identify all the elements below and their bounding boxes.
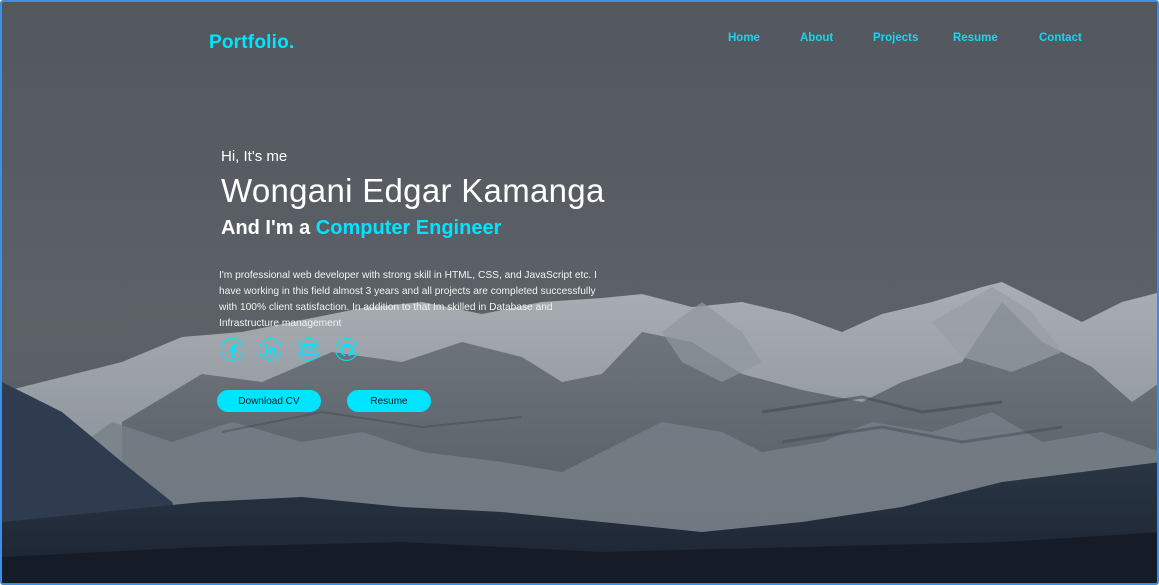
email-icon[interactable]	[297, 338, 320, 361]
linkedin-icon[interactable]	[259, 338, 282, 361]
nav-link-home[interactable]: Home	[728, 32, 760, 44]
hero-name: Wongani Edgar Kamanga	[221, 172, 605, 209]
resume-button[interactable]: Resume	[347, 390, 431, 412]
page-frame: Portfolio. Home About Projects Resume Co…	[0, 0, 1159, 585]
facebook-icon[interactable]	[221, 338, 244, 361]
hero-role: Computer Engineer	[315, 217, 502, 239]
github-icon[interactable]	[335, 338, 358, 361]
nav-link-resume[interactable]: Resume	[953, 32, 998, 44]
hero-description: I'm professional web developer with stro…	[219, 270, 597, 330]
nav-link-about[interactable]: About	[800, 32, 833, 44]
nav-link-projects[interactable]: Projects	[873, 32, 918, 44]
hero-role-line: And I'm a Computer Engineer	[221, 217, 501, 240]
download-cv-button[interactable]: Download CV	[217, 390, 321, 412]
nav-link-contact[interactable]: Contact	[1039, 32, 1082, 44]
hero-greeting: Hi, It's me	[221, 148, 288, 165]
main-nav: Home About Projects Resume Contact	[2, 32, 1157, 48]
hero-role-prefix: And I'm a	[221, 217, 311, 239]
site-header: Portfolio. Home About Projects Resume Co…	[2, 2, 1157, 82]
